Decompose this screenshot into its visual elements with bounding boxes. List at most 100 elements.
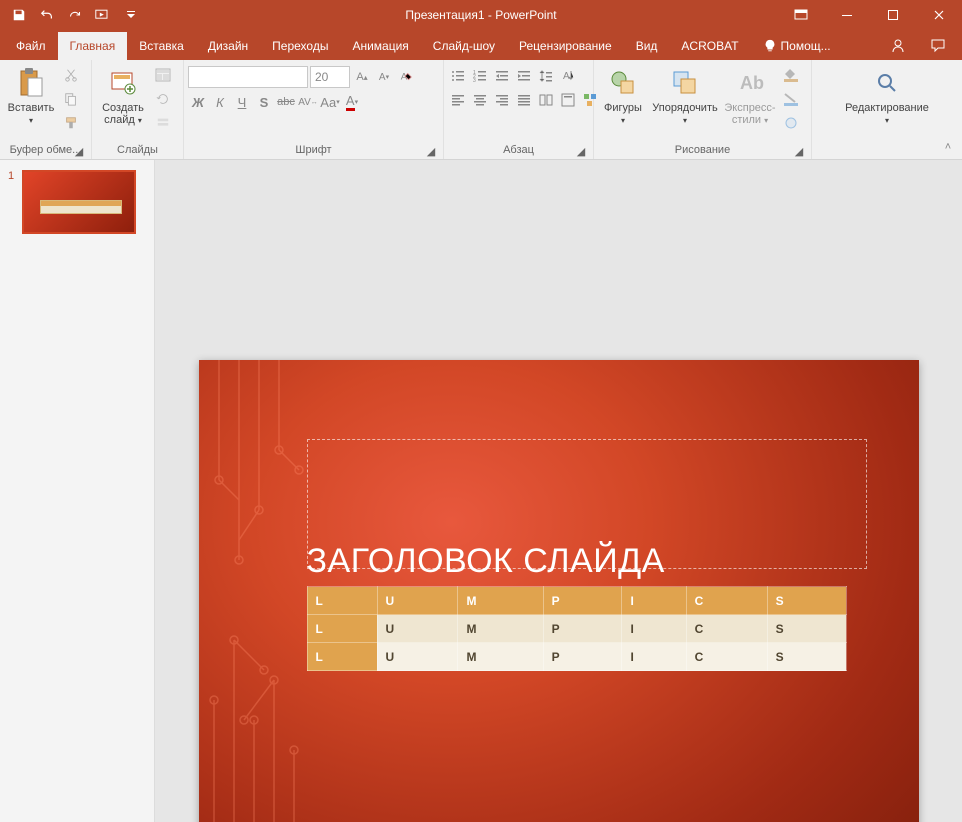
save-button[interactable] — [6, 2, 32, 28]
columns-icon — [539, 93, 553, 107]
line-spacing-icon — [539, 69, 553, 83]
tab-design[interactable]: Дизайн — [196, 32, 260, 60]
maximize-button[interactable] — [870, 0, 916, 30]
minimize-icon — [841, 9, 853, 21]
undo-icon — [40, 8, 54, 22]
clear-formatting-button[interactable]: A — [396, 67, 416, 87]
user-icon — [890, 38, 906, 54]
copy-button[interactable] — [60, 88, 82, 110]
close-icon — [933, 9, 945, 21]
align-text-icon — [561, 93, 575, 107]
arrange-button[interactable]: Упорядочить▾ — [650, 62, 720, 126]
tab-insert[interactable]: Вставка — [127, 32, 196, 60]
tab-review[interactable]: Рецензирование — [507, 32, 624, 60]
bullets-button[interactable] — [448, 66, 468, 86]
align-center-icon — [473, 93, 487, 107]
thumbnail-table-preview — [40, 200, 122, 214]
align-text-button[interactable] — [558, 90, 578, 110]
align-center-button[interactable] — [470, 90, 490, 110]
drawing-dialog-launcher[interactable]: ◢ — [793, 145, 805, 157]
cut-button[interactable] — [60, 64, 82, 86]
tab-transitions[interactable]: Переходы — [260, 32, 340, 60]
shape-outline-button[interactable] — [780, 88, 802, 110]
outline-icon — [783, 92, 799, 106]
reset-icon — [156, 92, 170, 106]
font-name-input[interactable] — [188, 66, 308, 88]
decrease-indent-button[interactable] — [492, 66, 512, 86]
slide-canvas[interactable]: ЗАГОЛОВОК СЛАЙДА L U M P I C S L U M P I — [199, 360, 919, 822]
comments-button[interactable] — [918, 32, 958, 60]
shadow-button[interactable]: S — [254, 92, 274, 112]
svg-text:A: A — [563, 71, 570, 82]
redo-icon — [69, 9, 81, 21]
slide-editor-viewport[interactable]: ЗАГОЛОВОК СЛАЙДА L U M P I C S L U M P I — [155, 160, 962, 822]
decrease-font-button[interactable]: A▾ — [374, 67, 394, 87]
redo-button[interactable] — [62, 2, 88, 28]
tab-animation[interactable]: Анимация — [340, 32, 420, 60]
slide-layout-button[interactable] — [152, 64, 174, 86]
tab-home[interactable]: Главная — [58, 32, 128, 60]
work-area: 1 ЗАГОЛОВОК СЛАЙДА L — [0, 160, 962, 822]
group-slides: Создать слайд ▾ Слайды — [92, 60, 184, 159]
undo-button[interactable] — [34, 2, 60, 28]
tab-view[interactable]: Вид — [624, 32, 670, 60]
maximize-icon — [887, 9, 899, 21]
quick-styles-button[interactable]: Abc Экспресс-стили ▾ — [722, 62, 778, 126]
slide-table[interactable]: L U M P I C S L U M P I C S — [307, 586, 847, 671]
start-from-beginning-button[interactable] — [90, 2, 116, 28]
shape-effects-button[interactable] — [780, 112, 802, 134]
group-paragraph-label: Абзац — [503, 144, 534, 156]
text-direction-icon: A — [561, 69, 575, 83]
underline-button[interactable]: Ч — [232, 92, 252, 112]
strikethrough-button[interactable]: abc — [276, 92, 296, 112]
window-title: Презентация1 - PowerPoint — [405, 8, 556, 22]
increase-indent-button[interactable] — [514, 66, 534, 86]
tab-slideshow[interactable]: Слайд-шоу — [421, 32, 507, 60]
group-slides-label: Слайды — [117, 144, 158, 156]
numbering-icon: 123 — [473, 69, 487, 83]
section-button[interactable] — [152, 112, 174, 134]
svg-text:Abc: Abc — [740, 73, 764, 93]
increase-font-button[interactable]: A▴ — [352, 67, 372, 87]
italic-button[interactable]: К — [210, 92, 230, 112]
collapse-ribbon-button[interactable]: ˄ — [940, 139, 956, 155]
numbering-button[interactable]: 123 — [470, 66, 490, 86]
shape-fill-button[interactable] — [780, 64, 802, 86]
align-right-button[interactable] — [492, 90, 512, 110]
clipboard-dialog-launcher[interactable]: ◢ — [73, 145, 85, 157]
align-left-button[interactable] — [448, 90, 468, 110]
font-dialog-launcher[interactable]: ◢ — [425, 145, 437, 157]
character-spacing-button[interactable]: AV↔ — [298, 92, 318, 112]
shapes-button[interactable]: Фигуры▾ — [598, 62, 648, 126]
slide-title-text[interactable]: ЗАГОЛОВОК СЛАЙДА — [307, 542, 665, 581]
font-color-button[interactable]: A▾ — [342, 92, 362, 112]
sign-in-button[interactable] — [878, 32, 918, 60]
bold-button[interactable]: Ж — [188, 92, 208, 112]
qat-customize-button[interactable] — [118, 2, 144, 28]
slide-thumbnail-1[interactable] — [22, 170, 136, 234]
group-drawing-label: Рисование — [675, 144, 730, 156]
line-spacing-button[interactable] — [536, 66, 556, 86]
justify-button[interactable] — [514, 90, 534, 110]
minimize-button[interactable] — [824, 0, 870, 30]
tab-acrobat[interactable]: ACROBAT — [669, 32, 750, 60]
table-row: L U M P I C S — [307, 587, 846, 615]
editing-button[interactable]: Редактирование▾ — [839, 62, 935, 126]
ribbon-options-button[interactable] — [778, 0, 824, 30]
effects-icon — [783, 116, 799, 130]
paragraph-dialog-launcher[interactable]: ◢ — [575, 145, 587, 157]
outdent-icon — [495, 69, 509, 83]
font-size-input[interactable] — [310, 66, 350, 88]
text-direction-button[interactable]: A — [558, 66, 578, 86]
paste-button[interactable]: Вставить▾ — [4, 62, 58, 126]
columns-button[interactable] — [536, 90, 556, 110]
close-button[interactable] — [916, 0, 962, 30]
format-painter-button[interactable] — [60, 112, 82, 134]
reset-slide-button[interactable] — [152, 88, 174, 110]
fill-icon — [783, 68, 799, 82]
tab-file[interactable]: Файл — [4, 32, 58, 60]
tell-me-field[interactable]: Помощ... — [751, 32, 843, 60]
new-slide-button[interactable]: Создать слайд ▾ — [96, 62, 150, 126]
section-icon — [156, 116, 170, 130]
change-case-button[interactable]: Aa▾ — [320, 92, 340, 112]
